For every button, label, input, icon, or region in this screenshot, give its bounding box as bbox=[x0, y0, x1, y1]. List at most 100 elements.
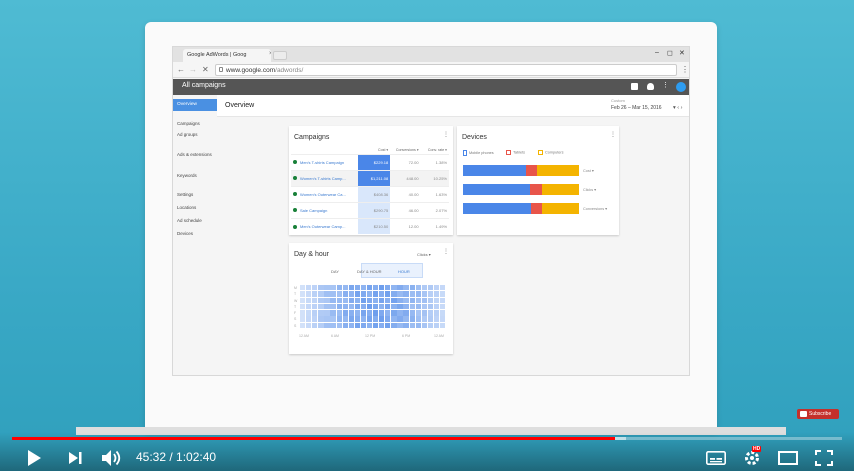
col-conv-rate[interactable]: Conv. rate ▾ bbox=[421, 146, 449, 154]
heatmap-cell bbox=[415, 322, 421, 329]
date-range-selector[interactable]: Feb 26 – Mar 15, 2016 bbox=[611, 105, 662, 111]
heatmap-cell bbox=[300, 303, 306, 310]
sidebar-item-overview[interactable]: Overview bbox=[173, 99, 217, 111]
fullscreen-icon[interactable] bbox=[815, 450, 833, 466]
heatmap-cell bbox=[312, 303, 318, 310]
tab-hour[interactable]: HOUR bbox=[398, 269, 410, 274]
heatmap-cell bbox=[397, 322, 403, 329]
heatmap-cell bbox=[415, 310, 421, 316]
sidebar-item-devices[interactable]: Devices bbox=[177, 231, 193, 236]
device-metric-label[interactable]: Clicks ▾ bbox=[583, 187, 596, 192]
heatmap-cell bbox=[342, 303, 348, 310]
campaign-name[interactable]: Men's T-shirts Campaign bbox=[300, 160, 344, 165]
heatmap-cell bbox=[397, 303, 403, 310]
col-cost[interactable]: Cost ▾ bbox=[358, 146, 390, 154]
heatmap-cell bbox=[427, 297, 434, 304]
conversions-cell: 448.00 bbox=[390, 169, 421, 186]
day-hour-title: Day & hour bbox=[294, 251, 330, 258]
sidebar-item-ads-extensions[interactable]: Ads & extensions bbox=[177, 152, 212, 157]
heatmap-cell bbox=[354, 322, 361, 329]
heatmap-cell bbox=[366, 285, 373, 291]
tab-strip: Google AdWords | Goog × – ◻ ✕ bbox=[173, 47, 689, 62]
heatmap-cell bbox=[360, 297, 367, 304]
status-icon bbox=[293, 176, 297, 181]
heatmap-cell bbox=[421, 310, 427, 316]
heatmap-cell bbox=[403, 322, 409, 329]
heatmap-cell bbox=[336, 297, 342, 304]
campaigns-title: Campaigns bbox=[294, 134, 330, 141]
heatmap-cell bbox=[342, 310, 348, 316]
theater-mode-icon[interactable] bbox=[778, 451, 798, 465]
device-metric-label[interactable]: Cost ▾ bbox=[583, 168, 594, 173]
close-window-icon[interactable]: ✕ bbox=[679, 49, 685, 57]
sidebar-item-ad-groups[interactable]: Ad groups bbox=[177, 132, 198, 137]
sidebar: Overview Campaigns Ad groups Ads & exten… bbox=[173, 95, 217, 375]
day-hour-menu-icon[interactable]: ⋮ bbox=[443, 248, 449, 255]
col-conversions[interactable]: Conversions ▾ bbox=[390, 146, 420, 154]
heatmap-cell bbox=[354, 316, 361, 322]
back-icon[interactable]: ← bbox=[177, 65, 185, 74]
heatmap-cell bbox=[324, 291, 330, 297]
sidebar-item-settings[interactable]: Settings bbox=[177, 192, 193, 197]
notifications-icon[interactable] bbox=[647, 83, 654, 90]
tools-icon[interactable] bbox=[631, 83, 638, 90]
devices-title: Devices bbox=[462, 134, 487, 141]
date-nav-icons[interactable]: ▾ ‹ › bbox=[673, 105, 682, 111]
url-field[interactable]: www.google.com/adwords/ bbox=[215, 64, 677, 76]
heatmap bbox=[300, 285, 446, 329]
sidebar-item-ad-schedule[interactable]: Ad schedule bbox=[177, 218, 202, 223]
heatmap-cell bbox=[391, 310, 397, 316]
tab-close-icon[interactable]: × bbox=[269, 51, 271, 57]
heatmap-cell bbox=[300, 291, 306, 297]
heatmap-cell bbox=[354, 303, 361, 310]
sidebar-item-keywords[interactable]: Keywords bbox=[177, 173, 197, 178]
day-hour-card: Day & hour Clicks ▾ ⋮ DAY DAY & HOUR HOU… bbox=[289, 243, 453, 354]
minimize-icon[interactable]: – bbox=[655, 49, 659, 56]
sidebar-item-locations[interactable]: Locations bbox=[177, 205, 196, 210]
browser-tab[interactable]: Google AdWords | Goog × bbox=[183, 49, 271, 62]
subtitles-icon[interactable] bbox=[706, 451, 726, 465]
browser-menu-icon[interactable]: ⋮ bbox=[681, 65, 689, 74]
more-icon[interactable]: ⋮ bbox=[662, 81, 669, 89]
device-segment-mobile bbox=[463, 184, 531, 195]
table-row[interactable]: Women's T-shirts Camp... $1,211.08 448.0… bbox=[291, 169, 449, 186]
youtube-icon bbox=[800, 411, 807, 417]
heatmap-cell bbox=[391, 285, 397, 291]
table-row[interactable]: Sale Campaign $290.75 46.00 2.07% bbox=[291, 201, 449, 218]
table-row[interactable]: Women's Outerwear Ca... $408.36 40.00 1.… bbox=[291, 185, 449, 202]
heatmap-cell bbox=[306, 316, 312, 322]
campaign-name[interactable]: Men's Outerwear Camp... bbox=[300, 224, 345, 229]
tab-day-hour[interactable]: DAY & HOUR bbox=[357, 269, 382, 274]
heatmap-cell bbox=[427, 291, 434, 297]
volume-icon[interactable] bbox=[101, 449, 123, 467]
subscribe-button[interactable]: Subscribe bbox=[797, 409, 839, 419]
new-tab-button[interactable] bbox=[273, 51, 287, 60]
heatmap-cell bbox=[397, 316, 403, 322]
heatmap-cell bbox=[409, 291, 415, 297]
next-icon[interactable] bbox=[68, 451, 82, 465]
forward-icon[interactable]: → bbox=[189, 65, 197, 74]
maximize-icon[interactable]: ◻ bbox=[667, 49, 673, 57]
conversions-cell: 72.00 bbox=[390, 153, 421, 170]
sidebar-item-campaigns[interactable]: Campaigns bbox=[177, 121, 200, 126]
campaigns-menu-icon[interactable]: ⋮ bbox=[443, 131, 449, 138]
heatmap-cell bbox=[300, 297, 306, 304]
heatmap-cell bbox=[300, 322, 306, 329]
campaign-name[interactable]: Women's Outerwear Ca... bbox=[300, 192, 346, 197]
metric-selector[interactable]: Clicks ▾ bbox=[417, 252, 431, 257]
play-icon[interactable] bbox=[26, 449, 42, 467]
stop-icon[interactable]: ✕ bbox=[202, 65, 209, 74]
campaign-name[interactable]: Women's T-shirts Camp... bbox=[300, 176, 346, 181]
campaign-name[interactable]: Sale Campaign bbox=[300, 208, 327, 213]
conversions-cell: 40.00 bbox=[390, 185, 421, 202]
browser-window: Google AdWords | Goog × – ◻ ✕ ← → ✕ www.… bbox=[172, 46, 690, 376]
table-row[interactable]: Men's Outerwear Camp... $210.50 12.00 1.… bbox=[291, 217, 449, 234]
tab-day[interactable]: DAY bbox=[331, 269, 339, 274]
devices-menu-icon[interactable]: ⋮ bbox=[610, 131, 616, 138]
table-row[interactable]: Men's T-shirts Campaign $229.18 72.00 1.… bbox=[291, 153, 449, 170]
heatmap-cell bbox=[312, 291, 318, 297]
cost-cell: $210.50 bbox=[357, 217, 391, 234]
device-metric-label[interactable]: Conversions ▾ bbox=[583, 206, 607, 211]
avatar[interactable] bbox=[676, 82, 686, 92]
heatmap-cell bbox=[330, 310, 336, 316]
